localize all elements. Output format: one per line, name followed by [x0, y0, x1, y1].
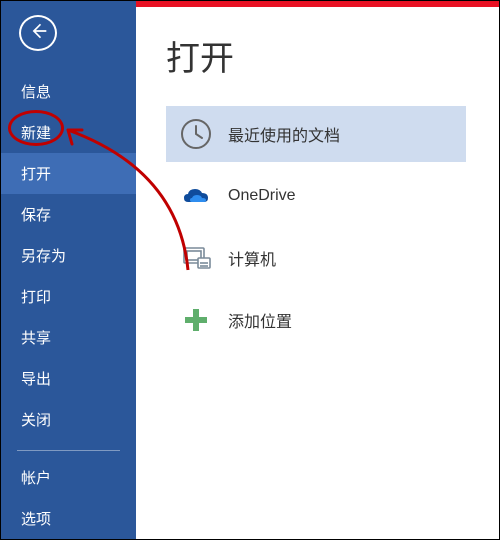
sidebar-item-print[interactable]: 打印: [1, 276, 136, 317]
plus-icon: [178, 302, 214, 338]
sidebar-item-export[interactable]: 导出: [1, 358, 136, 399]
option-label: 最近使用的文档: [228, 122, 340, 146]
sidebar: 信息 新建 打开 保存 另存为 打印 共享 导出 关闭 帐户 选项: [1, 1, 136, 539]
sidebar-item-label: 导出: [21, 371, 51, 388]
sidebar-item-label: 信息: [21, 84, 51, 101]
option-onedrive[interactable]: OneDrive: [166, 168, 466, 224]
sidebar-item-label: 共享: [21, 330, 51, 347]
sidebar-divider: [17, 450, 120, 451]
sidebar-item-share[interactable]: 共享: [1, 317, 136, 358]
sidebar-item-options[interactable]: 选项: [1, 498, 136, 539]
sidebar-item-label: 关闭: [21, 412, 51, 429]
clock-icon: [178, 116, 214, 152]
back-arrow-icon: [28, 21, 48, 46]
sidebar-item-label: 新建: [21, 125, 51, 142]
sidebar-item-label: 打开: [21, 166, 51, 183]
option-label: 添加位置: [228, 308, 292, 332]
sidebar-item-label: 打印: [21, 289, 51, 306]
computer-icon: [178, 240, 214, 276]
sidebar-item-label: 选项: [21, 511, 51, 528]
back-button[interactable]: [19, 15, 57, 51]
sidebar-nav: 信息 新建 打开 保存 另存为 打印 共享 导出 关闭 帐户 选项: [1, 71, 136, 539]
sidebar-item-save[interactable]: 保存: [1, 194, 136, 235]
option-computer[interactable]: 计算机: [166, 230, 466, 286]
sidebar-item-label: 另存为: [21, 248, 66, 265]
open-options: 最近使用的文档 OneDrive: [166, 106, 489, 354]
sidebar-item-open[interactable]: 打开: [1, 153, 136, 194]
onedrive-icon: [178, 178, 214, 214]
page-title: 打开: [166, 31, 489, 80]
option-label: 计算机: [228, 246, 276, 270]
sidebar-item-new[interactable]: 新建: [1, 112, 136, 153]
sidebar-item-close[interactable]: 关闭: [1, 399, 136, 440]
sidebar-item-account[interactable]: 帐户: [1, 457, 136, 498]
sidebar-item-info[interactable]: 信息: [1, 71, 136, 112]
option-label: OneDrive: [228, 187, 296, 205]
sidebar-item-saveas[interactable]: 另存为: [1, 235, 136, 276]
sidebar-item-label: 帐户: [21, 470, 51, 487]
option-recent-documents[interactable]: 最近使用的文档: [166, 106, 466, 162]
option-add-place[interactable]: 添加位置: [166, 292, 466, 348]
window: 信息 新建 打开 保存 另存为 打印 共享 导出 关闭 帐户 选项 打开: [0, 0, 500, 540]
main-panel: 打开 最近使用的文档: [136, 1, 499, 539]
sidebar-item-label: 保存: [21, 207, 51, 224]
